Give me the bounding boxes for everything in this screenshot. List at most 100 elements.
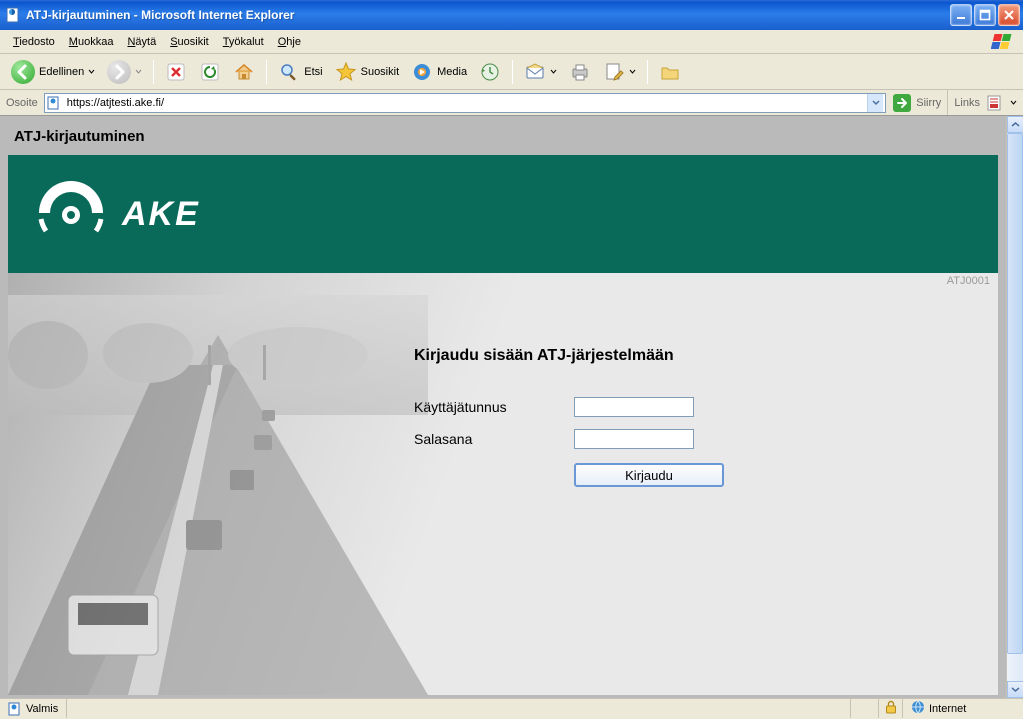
home-icon [233,61,255,83]
vertical-scrollbar[interactable] [1006,116,1023,698]
login-submit-button[interactable]: Kirjaudu [574,463,724,487]
status-secure-cell [879,699,903,718]
toolbar-history-button[interactable] [474,58,506,86]
status-ready-text: Valmis [26,703,58,715]
refresh-icon [199,61,221,83]
page-heading: ATJ-kirjautuminen [8,124,998,155]
toolbar: Edellinen Etsi Suosikit Media [0,54,1023,90]
dropdown-caret-icon [1010,99,1017,106]
toolbar-search-button[interactable]: Etsi [273,58,327,86]
toolbar-home-button[interactable] [228,58,260,86]
toolbar-separator [153,60,154,84]
status-bar: Valmis Internet [0,698,1023,718]
toolbar-stop-button[interactable] [160,58,192,86]
dropdown-caret-icon [550,68,557,75]
menu-tyokalut[interactable]: Työkalut [216,34,271,50]
menu-ohje[interactable]: Ohje [271,34,308,50]
mail-icon [524,61,546,83]
lock-icon [885,700,897,717]
toolbar-back-label: Edellinen [39,66,84,78]
menu-tiedosto[interactable]: Tiedosto [6,34,62,50]
toolbar-mail-button[interactable] [519,58,562,86]
toolbar-back-button[interactable]: Edellinen [6,57,100,87]
highway-background-image [8,295,428,695]
username-input[interactable] [574,397,694,417]
internet-zone-icon [911,700,925,717]
password-label: Salasana [414,431,574,447]
edit-icon [603,61,625,83]
toolbar-media-button[interactable]: Media [406,58,472,86]
menu-muokkaa[interactable]: Muokkaa [62,34,121,50]
stop-icon [165,61,187,83]
page-content: ATJ0001 [8,273,998,695]
windows-flag-icon [991,32,1019,52]
ie-favicon-icon [47,96,61,110]
menu-suosikit[interactable]: Suosikit [163,34,216,50]
toolbar-separator [647,60,648,84]
toolbar-media-label: Media [437,66,467,78]
links-label[interactable]: Links [954,97,980,109]
address-bar: Osoite Siirry Links [0,90,1023,116]
browser-viewport: ATJ-kirjautuminen [0,116,1023,698]
go-arrow-icon [892,93,912,113]
menu-nayta[interactable]: Näytä [120,34,163,50]
ie-page-icon [6,7,22,23]
brand-banner: AKE [8,155,998,273]
address-go-label: Siirry [916,97,941,109]
window-titlebar: ATJ-kirjautuminen - Microsoft Internet E… [0,0,1023,30]
media-icon [411,61,433,83]
login-form: Kirjaudu sisään ATJ-järjestelmään Käyttä… [414,347,724,487]
address-dropdown-button[interactable] [867,94,883,112]
username-label: Käyttäjätunnus [414,399,574,415]
toolbar-refresh-button[interactable] [194,58,226,86]
status-empty-cell [851,699,879,718]
history-icon [479,61,501,83]
status-zone-text: Internet [929,703,966,715]
address-label: Osoite [6,97,38,109]
address-url-input[interactable] [65,95,863,111]
search-icon [278,61,300,83]
scroll-up-button[interactable] [1007,116,1023,133]
status-spacer [67,699,851,718]
ake-wordmark: AKE [122,195,200,234]
address-url-box[interactable] [44,93,886,113]
page-code: ATJ0001 [947,275,990,287]
print-icon [569,61,591,83]
status-zone-cell: Internet [903,699,1023,718]
back-arrow-icon [11,60,35,84]
links-section: Links [947,90,1017,115]
scrollbar-thumb[interactable] [1007,133,1023,654]
dropdown-caret-icon [88,68,95,75]
pdf-icon[interactable] [986,94,1004,112]
ie-page-icon [8,702,22,716]
toolbar-separator [512,60,513,84]
page-body-box: AKE ATJ0001 [8,155,998,695]
window-title: ATJ-kirjautuminen - Microsoft Internet E… [26,8,294,22]
toolbar-search-label: Etsi [304,66,322,78]
scroll-down-button[interactable] [1007,681,1023,698]
dropdown-caret-icon [135,68,142,75]
scrollbar-track[interactable] [1007,133,1023,681]
window-close-button[interactable] [998,4,1020,26]
ake-logo: AKE [34,176,200,253]
toolbar-edit-button[interactable] [598,58,641,86]
address-go-button[interactable]: Siirry [892,93,941,113]
page-container: ATJ-kirjautuminen [0,116,1006,698]
folder-icon [659,61,681,83]
favorites-star-icon [335,61,357,83]
ake-logo-icon [34,176,108,253]
toolbar-forward-button[interactable] [102,57,147,87]
toolbar-folder-button[interactable] [654,58,686,86]
toolbar-print-button[interactable] [564,58,596,86]
password-input[interactable] [574,429,694,449]
window-minimize-button[interactable] [950,4,972,26]
dropdown-caret-icon [629,68,636,75]
menu-bar: Tiedosto Muokkaa Näytä Suosikit Työkalut… [0,30,1023,54]
toolbar-favorites-button[interactable]: Suosikit [330,58,405,86]
login-heading: Kirjaudu sisään ATJ-järjestelmään [414,347,724,365]
forward-arrow-icon [107,60,131,84]
status-ready-cell: Valmis [0,699,67,718]
toolbar-separator [266,60,267,84]
window-maximize-button[interactable] [974,4,996,26]
toolbar-favorites-label: Suosikit [361,66,400,78]
